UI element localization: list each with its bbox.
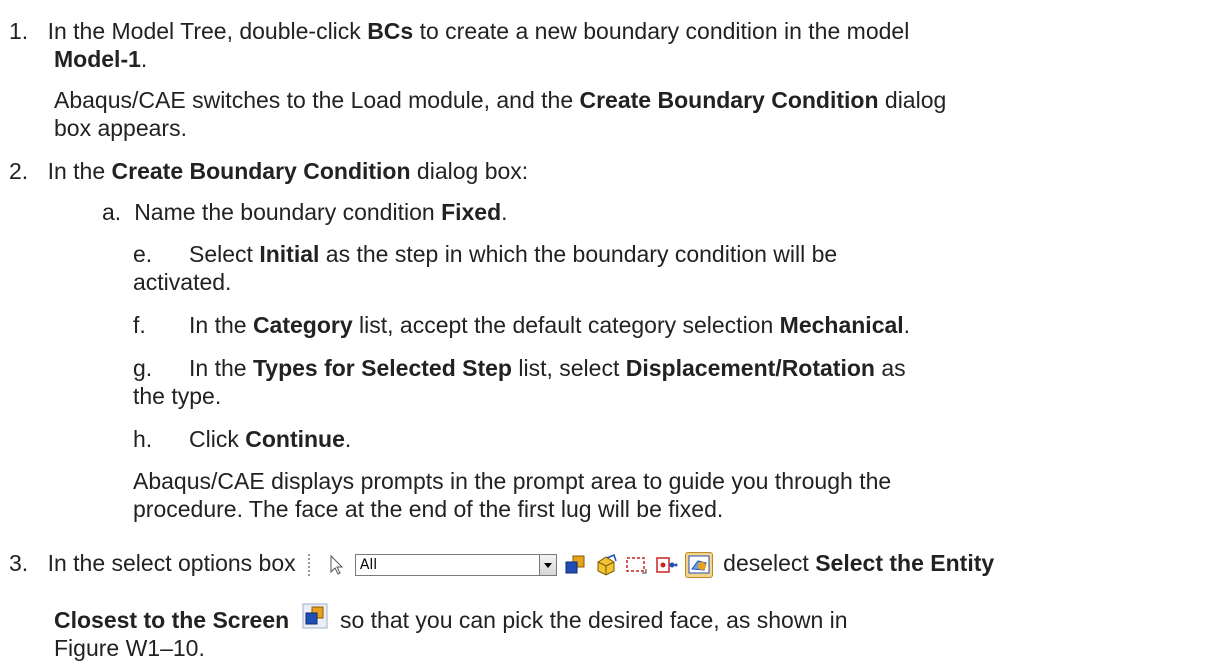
selection-options-icon[interactable] xyxy=(654,553,678,577)
step-1-line-2: Model-1. xyxy=(54,46,148,72)
select-closest-entity-icon xyxy=(302,603,328,629)
note-line-1: Abaqus/CAE displays prompts in the promp… xyxy=(133,468,892,494)
step-number: 2. xyxy=(9,158,29,184)
step-3-line-2: Closest to the Screen so that you can pi… xyxy=(54,603,848,635)
step-2-intro: 2. In the Create Boundary Condition dial… xyxy=(9,158,529,184)
chevron-down-icon[interactable] xyxy=(538,554,556,575)
select-options-toolbar: All xyxy=(308,549,713,578)
selection-filter-dropdown[interactable]: All xyxy=(354,553,557,576)
step-3-line-3: Figure W1–10. xyxy=(54,635,205,661)
substep-e: e. Select Initial as the step in which th… xyxy=(133,241,838,267)
highlight-toggle-icon[interactable] xyxy=(684,551,713,578)
toolbar-grip xyxy=(308,553,314,576)
substep-f: f. In the Category list, accept the defau… xyxy=(133,312,911,338)
substep-e-cont: activated. xyxy=(133,269,232,295)
step-1-line-3: Abaqus/CAE switches to the Load module, … xyxy=(54,87,947,113)
drag-shape-rectangle-icon[interactable] xyxy=(624,553,648,577)
note-line-2: procedure. The face at the end of the fi… xyxy=(133,496,724,522)
select-closest-entity-icon[interactable] xyxy=(563,553,587,577)
step-1-line-4: box appears. xyxy=(54,115,187,141)
substep-h: h. Click Continue. xyxy=(133,426,352,452)
select-from-interior-entities-icon[interactable] xyxy=(594,553,618,577)
substep-g: g. In the Types for Selected Step list, s… xyxy=(133,355,906,381)
pointer-arrow-icon[interactable] xyxy=(324,553,348,577)
step-number: 1. xyxy=(9,18,29,44)
substep-a: a. Name the boundary condition Fixed. xyxy=(102,199,508,225)
step-number: 3. xyxy=(9,550,29,576)
step-3-line-1: 3. In the select options box All deselec… xyxy=(9,549,995,578)
step-1-line-1: 1. In the Model Tree, double-click BCs t… xyxy=(9,18,910,44)
substep-g-cont: the type. xyxy=(133,383,222,409)
